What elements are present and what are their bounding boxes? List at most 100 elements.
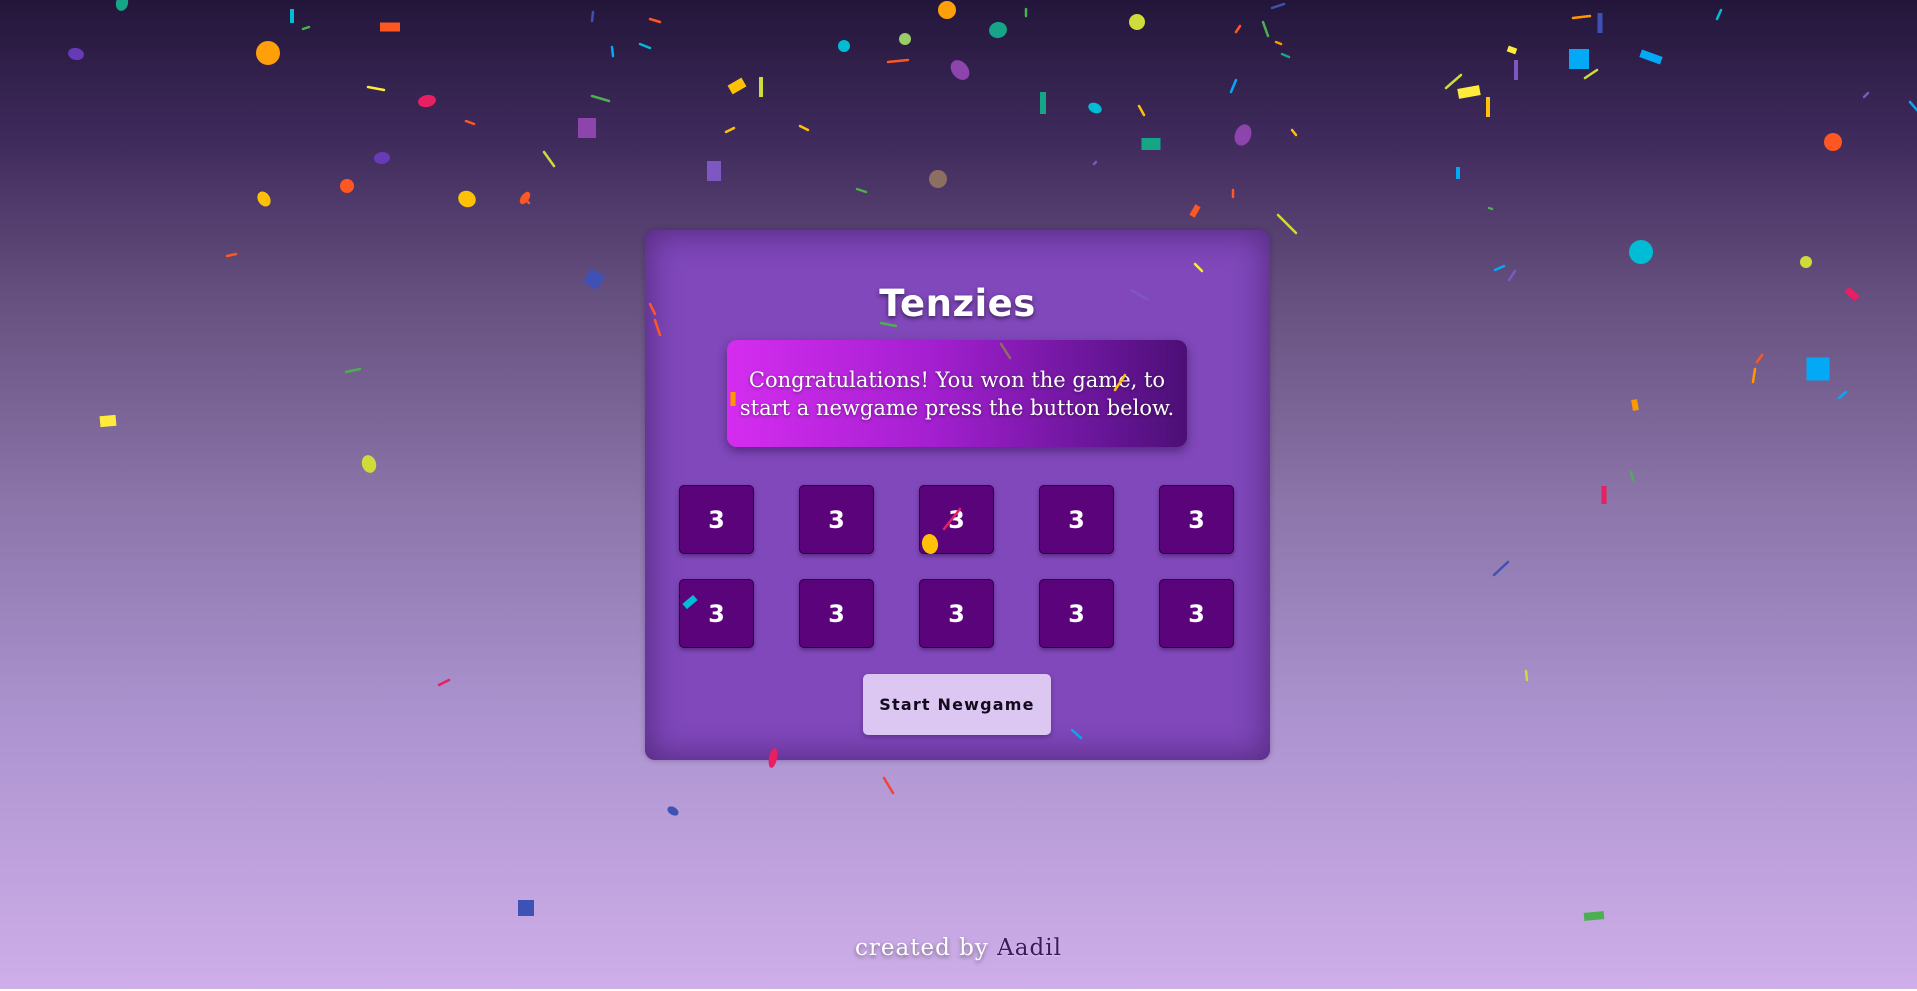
confetti-piece (929, 170, 947, 188)
confetti-piece (798, 124, 810, 132)
confetti-piece (1261, 20, 1270, 38)
confetti-piece (380, 22, 400, 32)
confetti-piece (521, 195, 531, 205)
confetti-piece (1629, 240, 1653, 264)
confetti-piece (1800, 256, 1812, 268)
confetti-piece (1844, 286, 1860, 302)
confetti-piece (1514, 60, 1518, 80)
die-value: 3 (828, 599, 845, 628)
game-card: Tenzies Congratulations! You won the gam… (645, 230, 1270, 760)
confetti-piece (855, 187, 868, 194)
confetti-piece (882, 776, 895, 795)
footer-credit: created by Aadil (0, 935, 1917, 961)
confetti-piece (899, 33, 911, 45)
win-message-banner: Congratulations! You won the game, to st… (727, 340, 1187, 447)
confetti-piece (257, 191, 271, 207)
confetti-piece (458, 190, 476, 208)
confetti-piece (1751, 367, 1757, 384)
die[interactable]: 3 (1039, 485, 1114, 554)
die[interactable]: 3 (1159, 485, 1234, 554)
confetti-piece (1806, 357, 1830, 381)
die-value: 3 (1068, 505, 1085, 534)
confetti-piece (610, 45, 615, 58)
confetti-piece (1493, 264, 1506, 272)
confetti-piece (1824, 133, 1842, 151)
author-link[interactable]: Aadil (997, 935, 1062, 961)
die-value: 3 (708, 599, 725, 628)
die[interactable]: 3 (799, 579, 874, 648)
confetti-piece (1583, 911, 1605, 921)
confetti-piece (1444, 73, 1463, 90)
confetti-piece (1583, 68, 1599, 80)
confetti-piece (1571, 14, 1592, 20)
confetti-piece (950, 60, 970, 80)
confetti-piece (99, 414, 117, 428)
die[interactable]: 3 (799, 485, 874, 554)
confetti-piece (1088, 102, 1102, 114)
confetti-piece (1524, 669, 1529, 682)
confetti-piece (437, 678, 451, 687)
confetti-piece (583, 268, 605, 290)
die[interactable]: 3 (679, 485, 754, 554)
confetti-piece (1290, 128, 1298, 137)
confetti-piece (707, 161, 721, 181)
confetti-piece (68, 47, 84, 61)
confetti-piece (361, 455, 377, 473)
confetti-piece (667, 806, 679, 816)
confetti-piece (1457, 85, 1481, 99)
confetti-piece (578, 118, 596, 138)
confetti-piece (256, 41, 280, 65)
confetti-piece (115, 0, 129, 11)
confetti-piece (1276, 213, 1298, 235)
die-value: 3 (1068, 599, 1085, 628)
confetti-piece (366, 85, 386, 92)
confetti-piece (344, 367, 362, 374)
confetti-piece (1639, 49, 1663, 65)
confetti-piece (759, 77, 763, 97)
die[interactable]: 3 (1159, 579, 1234, 648)
confetti-piece (1837, 390, 1848, 400)
confetti-piece (724, 126, 736, 134)
die-value: 3 (708, 505, 725, 534)
confetti-piece (518, 900, 534, 916)
confetti-piece (989, 21, 1007, 39)
confetti-piece (1506, 45, 1518, 55)
start-newgame-button[interactable]: Start Newgame (863, 674, 1051, 735)
confetti-piece (340, 179, 354, 193)
confetti-piece (290, 9, 294, 23)
confetti-piece (1456, 167, 1460, 179)
confetti-piece (1189, 204, 1201, 218)
confetti-piece (1631, 399, 1639, 411)
confetti-piece (1280, 52, 1291, 59)
die-value: 3 (948, 599, 965, 628)
confetti-piece (418, 94, 436, 108)
confetti-piece (1629, 470, 1635, 482)
die-value: 3 (948, 505, 965, 534)
die[interactable]: 3 (679, 579, 754, 648)
die-value: 3 (828, 505, 845, 534)
confetti-piece (1129, 14, 1145, 30)
confetti-piece (1715, 8, 1723, 21)
die[interactable]: 3 (919, 579, 994, 648)
win-message-text: Congratulations! You won the game, to st… (739, 367, 1175, 420)
confetti-piece (648, 17, 662, 24)
confetti-piece (519, 191, 531, 205)
confetti-piece (1270, 2, 1286, 10)
confetti-piece (1229, 78, 1238, 94)
footer-prefix: created by (855, 935, 989, 961)
die[interactable]: 3 (1039, 579, 1114, 648)
confetti-piece (1862, 91, 1870, 99)
dice-grid: 3 3 3 3 3 3 3 3 3 3 (679, 485, 1235, 648)
confetti-piece (464, 119, 476, 126)
confetti-piece (1486, 97, 1490, 117)
confetti-piece (1507, 269, 1517, 282)
die-value: 3 (1188, 505, 1205, 534)
confetti-piece (1601, 486, 1607, 504)
confetti-piece (938, 1, 956, 19)
die[interactable]: 3 (919, 485, 994, 554)
confetti-piece (374, 151, 390, 165)
confetti-piece (590, 94, 611, 103)
confetti-piece (1234, 24, 1242, 34)
confetti-piece (542, 150, 556, 168)
confetti-piece (1092, 160, 1098, 166)
